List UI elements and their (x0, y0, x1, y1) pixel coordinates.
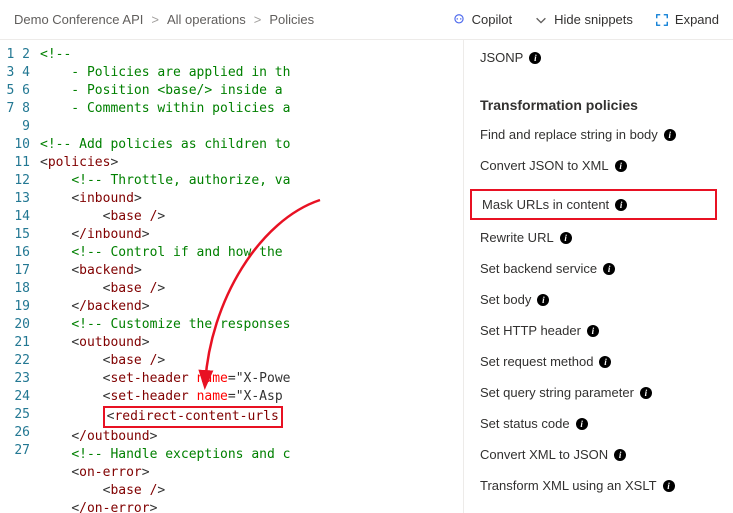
policy-label: Set request method (480, 354, 593, 369)
policy-set-request-method[interactable]: Set request method i (480, 354, 611, 369)
info-icon[interactable]: i (537, 294, 549, 306)
policy-label: Set HTTP header (480, 323, 581, 338)
policy-rewrite-url[interactable]: Rewrite URL i (480, 230, 572, 245)
policy-transform-xslt[interactable]: Transform XML using an XSLT i (480, 478, 675, 493)
info-icon[interactable]: i (615, 199, 627, 211)
policy-label: Set backend service (480, 261, 597, 276)
policy-label: Set body (480, 292, 531, 307)
policy-label: Transform XML using an XSLT (480, 478, 657, 493)
info-icon[interactable]: i (615, 160, 627, 172)
breadcrumb-root[interactable]: Demo Conference API (14, 12, 143, 27)
top-bar: Demo Conference API > All operations > P… (0, 0, 733, 40)
code-line: - Comments within policies a (40, 101, 290, 116)
info-icon[interactable]: i (529, 52, 541, 64)
copilot-icon (452, 13, 466, 27)
policy-set-body[interactable]: Set body i (480, 292, 549, 307)
policy-label: Find and replace string in body (480, 127, 658, 142)
policy-set-query-string[interactable]: Set query string parameter i (480, 385, 652, 400)
breadcrumb-sep: > (151, 12, 159, 27)
expand-label: Expand (675, 12, 719, 27)
code-line: <!-- Add policies as children to (40, 137, 290, 152)
breadcrumb-sep: > (254, 12, 262, 27)
info-icon[interactable]: i (603, 263, 615, 275)
expand-icon (655, 13, 669, 27)
policy-json-to-xml[interactable]: Convert JSON to XML i (480, 158, 627, 173)
breadcrumb-leaf: Policies (269, 12, 314, 27)
section-header: Transformation policies (480, 97, 717, 113)
policy-find-replace[interactable]: Find and replace string in body i (480, 127, 676, 142)
code-line: - Policies are applied in th (40, 65, 290, 80)
policy-label: Convert JSON to XML (480, 158, 609, 173)
breadcrumb: Demo Conference API > All operations > P… (14, 12, 314, 27)
chevron-down-icon (534, 13, 548, 27)
info-icon[interactable]: i (663, 480, 675, 492)
policy-label: Set query string parameter (480, 385, 634, 400)
toolbar-actions: Copilot Hide snippets Expand (452, 12, 719, 27)
policy-label: Rewrite URL (480, 230, 554, 245)
info-icon[interactable]: i (599, 356, 611, 368)
policy-label: Set status code (480, 416, 570, 431)
policy-jsonp[interactable]: JSONP i (480, 50, 541, 65)
hide-snippets-button[interactable]: Hide snippets (534, 12, 633, 27)
policy-set-backend[interactable]: Set backend service i (480, 261, 615, 276)
policy-xml-to-json[interactable]: Convert XML to JSON i (480, 447, 626, 462)
policy-set-status-code[interactable]: Set status code i (480, 416, 588, 431)
highlighted-policy: Mask URLs in content i (470, 189, 717, 220)
info-icon[interactable]: i (614, 449, 626, 461)
info-icon[interactable]: i (640, 387, 652, 399)
info-icon[interactable]: i (664, 129, 676, 141)
code-line: - Position <base/> inside a (40, 83, 283, 98)
policy-set-http-header[interactable]: Set HTTP header i (480, 323, 599, 338)
line-gutter: 1 2 3 4 5 6 7 8 9 10 11 12 13 14 15 16 1… (0, 40, 40, 513)
breadcrumb-mid[interactable]: All operations (167, 12, 246, 27)
code-editor[interactable]: 1 2 3 4 5 6 7 8 9 10 11 12 13 14 15 16 1… (0, 40, 463, 513)
copilot-label: Copilot (472, 12, 512, 27)
info-icon[interactable]: i (560, 232, 572, 244)
code-area[interactable]: <!-- - Policies are applied in th - Posi… (40, 40, 463, 513)
policy-label: Convert XML to JSON (480, 447, 608, 462)
copilot-button[interactable]: Copilot (452, 12, 512, 27)
snippet-panel: JSONP i Transformation policies Find and… (463, 40, 733, 513)
hide-snippets-label: Hide snippets (554, 12, 633, 27)
info-icon[interactable]: i (587, 325, 599, 337)
info-icon[interactable]: i (576, 418, 588, 430)
policy-label: JSONP (480, 50, 523, 65)
policy-label: Mask URLs in content (482, 197, 609, 212)
policy-mask-urls[interactable]: Mask URLs in content i (482, 197, 627, 212)
highlighted-code: <redirect-content-urls (103, 406, 283, 428)
expand-button[interactable]: Expand (655, 12, 719, 27)
code-line: <!-- (40, 47, 71, 62)
